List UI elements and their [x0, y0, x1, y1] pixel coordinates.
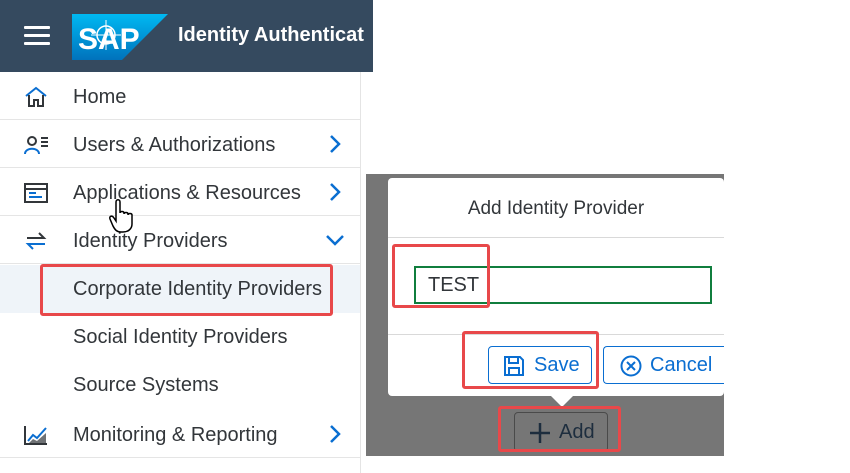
nav-label-users: Users & Authorizations [73, 134, 276, 156]
nav-label-identity-providers: Identity Providers [73, 230, 228, 252]
chevron-right-icon [330, 425, 341, 443]
nav-label-source-systems: Source Systems [73, 374, 219, 396]
add-button-label: Add [559, 421, 595, 443]
cancel-button[interactable]: Cancel [603, 346, 724, 384]
nav-item-monitoring[interactable]: Monitoring & Reporting [0, 410, 360, 458]
dialog-header: Add Identity Provider [388, 178, 724, 238]
nav-item-home[interactable]: Home [0, 72, 360, 120]
nav-item-users[interactable]: Users & Authorizations [0, 120, 360, 168]
nav-item-identity-providers[interactable]: Identity Providers [0, 216, 360, 264]
nav-subitem-corporate-identity-providers[interactable]: Corporate Identity Providers [0, 265, 360, 313]
chevron-down-icon [326, 235, 344, 246]
chevron-right-icon [330, 183, 341, 201]
cancel-button-label: Cancel [650, 354, 713, 376]
menu-icon[interactable] [24, 26, 50, 46]
shell-header: SAP Identity Authenticat [0, 0, 373, 72]
side-navigation: Home Users & Authorizations Applications… [0, 72, 361, 473]
add-identity-provider-dialog: Add Identity Provider Save Cancel [388, 178, 724, 396]
nav-label-social-identity-providers: Social Identity Providers [73, 326, 288, 348]
nav-subitem-social-identity-providers[interactable]: Social Identity Providers [0, 313, 360, 361]
add-button[interactable]: Add [514, 412, 608, 452]
users-icon [24, 136, 48, 155]
save-button-label: Save [534, 354, 580, 376]
hand-cursor-icon [109, 199, 133, 233]
home-icon [25, 86, 47, 107]
applications-icon [24, 183, 48, 203]
nav-label-corporate-identity-providers: Corporate Identity Providers [73, 278, 323, 300]
identity-provider-name-input[interactable] [414, 266, 712, 304]
sap-logo-text: SAP [78, 23, 140, 56]
save-icon [504, 356, 524, 376]
monitoring-icon [24, 426, 47, 445]
nav-item-applications[interactable]: Applications & Resources [0, 168, 360, 216]
cancel-icon [620, 355, 642, 377]
nav-label-home: Home [73, 86, 127, 108]
dialog-title: Add Identity Provider [467, 198, 645, 219]
chevron-right-icon [330, 135, 341, 153]
nav-label-monitoring: Monitoring & Reporting [73, 424, 278, 446]
save-button[interactable]: Save [488, 346, 592, 384]
plus-icon [530, 423, 550, 443]
app-title: Identity Authenticat [178, 24, 364, 46]
sap-logo[interactable]: SAP [72, 14, 168, 60]
popover-arrow [551, 396, 573, 407]
nav-subitem-source-systems[interactable]: Source Systems [0, 361, 360, 409]
identity-providers-icon [25, 232, 47, 250]
